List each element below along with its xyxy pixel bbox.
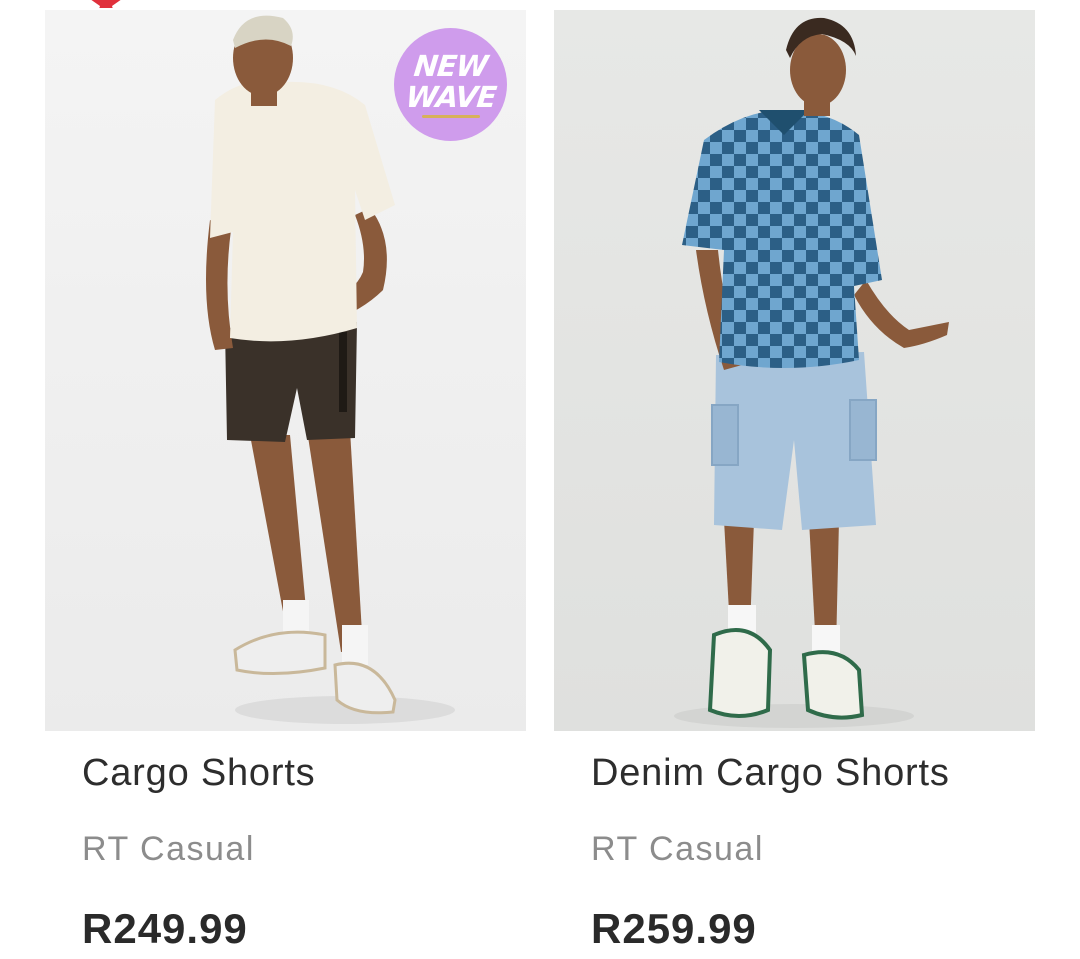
new-wave-badge: NEW WAVE xyxy=(394,28,507,141)
product-price: R259.99 xyxy=(591,905,757,952)
product-card-cargo-shorts[interactable]: NEW WAVE xyxy=(45,10,526,731)
product-image[interactable] xyxy=(554,10,1035,731)
product-brand: RT Casual xyxy=(591,830,764,868)
product-title[interactable]: Cargo Shorts xyxy=(82,752,315,795)
product-title[interactable]: Denim Cargo Shorts xyxy=(591,752,950,795)
product-image[interactable]: NEW WAVE xyxy=(45,10,526,731)
product-price: R249.99 xyxy=(82,905,248,952)
product-grid: NEW WAVE Cargo Shorts RT Casual R249.99 … xyxy=(0,0,1080,959)
product-card-denim-cargo-shorts[interactable] xyxy=(554,10,1035,731)
badge-line-1: NEW xyxy=(412,49,489,83)
badge-line-2: WAVE xyxy=(403,80,498,114)
badge-underline xyxy=(421,115,480,118)
star-icon xyxy=(88,0,124,8)
product-brand: RT Casual xyxy=(82,830,255,868)
